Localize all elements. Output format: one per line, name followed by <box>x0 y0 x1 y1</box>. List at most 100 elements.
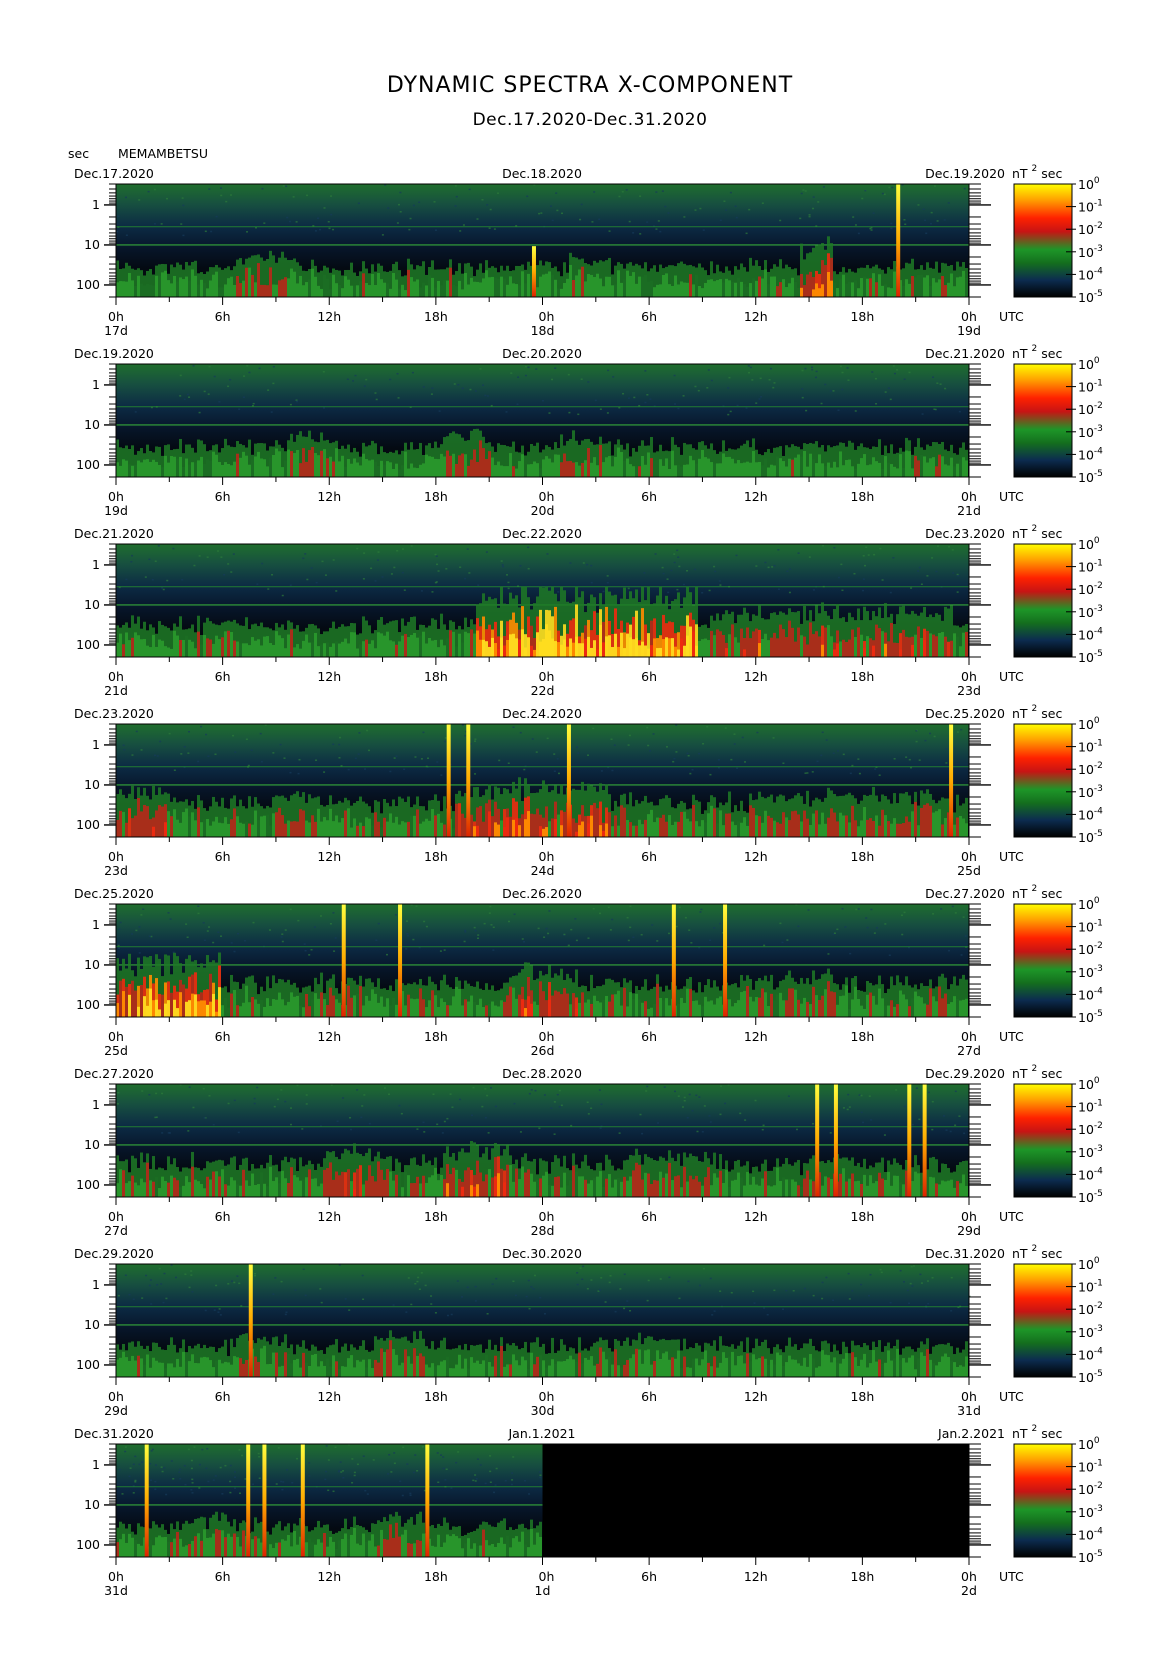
activity-core <box>308 450 311 477</box>
activity-core <box>380 460 383 477</box>
spectral-speckle <box>466 548 469 550</box>
activity-core <box>932 812 935 837</box>
activity-core <box>569 264 572 297</box>
activity-core <box>434 458 437 477</box>
activity-core <box>923 456 926 477</box>
activity-core <box>938 809 941 837</box>
spectral-speckle <box>719 219 722 221</box>
spectral-speckle <box>289 908 292 911</box>
spectral-speckle <box>557 591 560 593</box>
day-label: 25d <box>957 863 981 878</box>
activity-core <box>875 1004 878 1017</box>
colorbar-tick-label: 10-2 <box>1078 581 1103 597</box>
activity-core <box>245 821 248 837</box>
activity-core <box>797 1185 800 1197</box>
activity-peak <box>527 811 530 837</box>
spectral-speckle <box>490 924 493 926</box>
activity-core <box>710 805 713 837</box>
spectral-speckle <box>862 578 865 580</box>
activity-core <box>548 821 551 837</box>
activity-core <box>947 282 950 297</box>
activity-core <box>485 1005 488 1017</box>
activity-core <box>623 460 626 477</box>
activity-core <box>356 825 359 837</box>
activity-core <box>314 452 317 477</box>
activity-core <box>257 1003 260 1017</box>
activity-core <box>797 627 800 657</box>
activity-core <box>872 995 875 1017</box>
activity-core <box>719 1170 722 1197</box>
activity-core <box>428 456 431 477</box>
activity-core <box>728 634 731 657</box>
x-tick-label: 18h <box>850 309 874 324</box>
spectral-speckle <box>523 768 526 771</box>
activity-core <box>749 805 752 837</box>
activity-peak <box>659 647 662 657</box>
spectral-speckle <box>587 1113 590 1115</box>
activity-core <box>665 1173 668 1197</box>
activity-core <box>833 992 836 1017</box>
activity-core <box>305 820 308 837</box>
y-tick-label: 100 <box>76 997 100 1012</box>
activity-core <box>764 269 767 297</box>
spectral-speckle <box>398 203 401 206</box>
activity-core <box>608 1001 611 1017</box>
spectral-speckle <box>347 768 350 771</box>
spectral-speckle <box>661 566 664 569</box>
activity-core <box>623 987 626 1017</box>
activity-core <box>275 284 278 297</box>
spectral-speckle <box>858 772 861 775</box>
spectral-speckle <box>131 554 134 557</box>
spectral-speckle <box>468 572 471 574</box>
activity-core <box>494 277 497 297</box>
activity-core <box>905 450 908 477</box>
activity-core <box>686 1181 689 1197</box>
activity-core <box>566 278 569 297</box>
spectral-speckle <box>892 365 895 367</box>
activity-core <box>155 810 158 837</box>
activity-core <box>242 1169 245 1197</box>
spectral-speckle <box>225 200 228 203</box>
spectral-speckle <box>848 1106 851 1108</box>
activity-peak <box>542 638 545 657</box>
activity-core <box>629 464 632 477</box>
spectral-speckle <box>701 591 704 594</box>
activity-core <box>734 825 737 837</box>
activity-core <box>284 823 287 837</box>
activity-core <box>740 992 743 1017</box>
spectral-speckle <box>457 384 460 386</box>
spectral-speckle <box>118 947 121 949</box>
activity-core <box>566 461 569 477</box>
activity-core <box>341 455 344 477</box>
activity-core <box>194 1179 197 1197</box>
activity-core <box>854 280 857 297</box>
spectral-speckle <box>420 758 423 760</box>
activity-core <box>521 271 524 297</box>
activity-core <box>236 276 239 297</box>
spectral-speckle <box>870 908 873 911</box>
spectral-speckle <box>261 187 264 190</box>
activity-core <box>470 814 473 837</box>
activity-core <box>170 456 173 477</box>
spectral-speckle <box>403 589 406 591</box>
activity-core <box>302 285 305 297</box>
activity-core <box>521 1166 524 1197</box>
spectral-speckle <box>724 727 727 729</box>
spectral-speckle <box>960 728 963 731</box>
activity-core <box>137 798 140 837</box>
activity-core <box>659 459 662 477</box>
activity-core <box>284 1178 287 1197</box>
spectral-speckle <box>389 378 392 381</box>
spectral-speckle <box>198 555 201 557</box>
x-tick-label: 12h <box>744 309 768 324</box>
spectral-speckle <box>410 545 413 547</box>
spectral-speckle <box>208 926 211 928</box>
spectral-speckle <box>321 560 324 563</box>
activity-core <box>362 641 365 657</box>
spectral-speckle <box>936 545 939 547</box>
spectral-speckle <box>399 211 402 213</box>
spectral-speckle <box>153 223 156 225</box>
spectral-speckle <box>161 587 164 589</box>
activity-core <box>908 637 911 657</box>
spectral-speckle <box>336 1120 339 1123</box>
